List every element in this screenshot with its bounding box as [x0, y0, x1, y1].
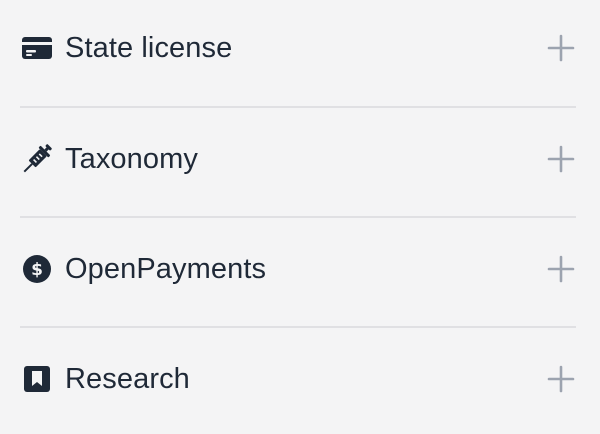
plus-icon[interactable] [546, 144, 576, 174]
bookmark-icon [20, 362, 54, 396]
credit-card-icon [20, 31, 54, 65]
plus-icon[interactable] [546, 364, 576, 394]
accordion-item-openpayments[interactable]: $ OpenPayments [20, 241, 576, 297]
accordion-item-research[interactable]: Research [20, 351, 576, 407]
accordion-item-label: State license [65, 31, 233, 64]
plus-icon[interactable] [546, 254, 576, 284]
dollar-circle-icon: $ [20, 252, 54, 286]
syringe-icon [20, 142, 54, 176]
accordion-item-label: OpenPayments [65, 252, 267, 285]
accordion-item-state-license[interactable]: State license [20, 20, 576, 76]
accordion-list: State license Taxonomy $ OpenPayments Re… [0, 0, 600, 434]
divider [20, 106, 576, 108]
plus-icon[interactable] [546, 33, 576, 63]
accordion-item-taxonomy[interactable]: Taxonomy [20, 131, 576, 187]
divider [20, 326, 576, 328]
accordion-item-label: Research [65, 362, 190, 395]
svg-text:$: $ [31, 260, 43, 280]
divider [20, 216, 576, 218]
accordion-item-label: Taxonomy [65, 142, 198, 175]
